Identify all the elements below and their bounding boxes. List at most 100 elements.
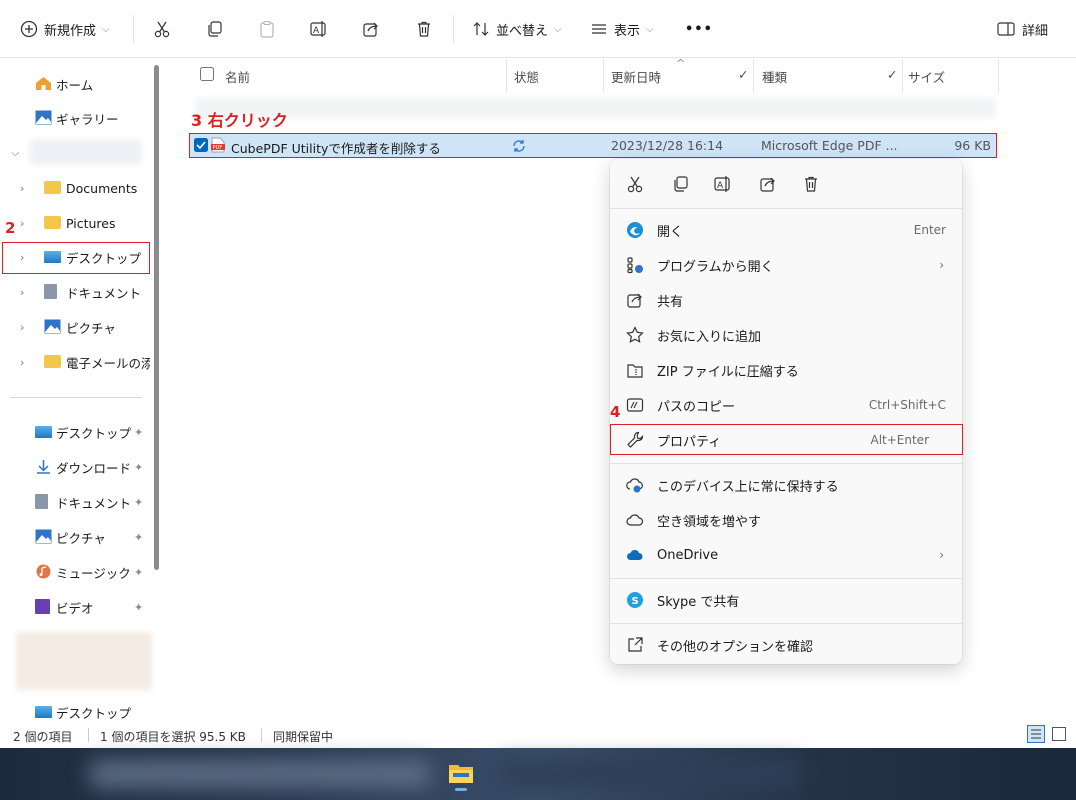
share-icon (363, 22, 378, 37)
quick-access-documents[interactable]: ドキュメント ✦ (0, 486, 150, 518)
details-pane-button[interactable]: 詳細 (996, 0, 1048, 58)
copy-icon[interactable] (671, 175, 689, 193)
view-button[interactable]: 表示 ⌵ (590, 0, 654, 58)
check-icon: ✓ (887, 67, 898, 82)
select-all-checkbox[interactable] (200, 67, 214, 81)
more-options-button[interactable]: ••• (685, 0, 713, 58)
sidebar-item-documents[interactable]: › Documents (0, 172, 150, 204)
cut-icon[interactable] (626, 175, 644, 193)
svg-text:S: S (632, 596, 639, 607)
sidebar-item-my-pictures[interactable]: › ピクチャ (0, 311, 150, 343)
copy-button[interactable] (205, 0, 223, 58)
quick-access-videos[interactable]: ビデオ ✦ (0, 591, 150, 623)
delete-button[interactable] (415, 0, 433, 58)
pin-icon[interactable]: ✦ (134, 531, 143, 544)
column-modified[interactable]: 更新日時 (611, 67, 661, 86)
pin-icon[interactable]: ✦ (134, 601, 143, 614)
annotation-highlight-desktop (2, 242, 150, 274)
menu-item-open[interactable]: 開く Enter (610, 214, 962, 246)
file-explorer-taskbar-button[interactable] (448, 761, 474, 791)
column-size[interactable]: サイズ (908, 67, 945, 86)
row-checkbox[interactable] (194, 138, 208, 152)
view-lines-icon (592, 24, 606, 34)
thumbnail-view-icon[interactable] (1051, 725, 1067, 743)
column-status[interactable]: 状態 (514, 67, 539, 86)
delete-icon (418, 21, 430, 37)
annotation-step-3: 3 右クリック (191, 111, 288, 130)
quick-access-downloads[interactable]: ダウンロード ✦ (0, 451, 150, 483)
menu-item-free-up-space[interactable]: 空き領域を増やす (610, 504, 962, 536)
folder-icon (44, 181, 61, 194)
menu-item-keep-on-device[interactable]: このデバイス上に常に保持する (610, 469, 962, 501)
menu-item-label: Skype で共有 (657, 594, 740, 610)
sort-button[interactable]: 並べ替え ⌵ (472, 0, 562, 58)
quick-access-pictures[interactable]: ピクチャ ✦ (0, 521, 150, 553)
sidebar-item-onedrive[interactable]: ⌵ (0, 137, 150, 169)
menu-item-compress-zip[interactable]: ZIP ファイルに圧縮する (610, 354, 962, 386)
column-divider[interactable] (902, 59, 903, 92)
menu-item-share[interactable]: 共有 (610, 284, 962, 316)
sidebar-item-label: ダウンロード (56, 460, 132, 476)
menu-item-copy-path[interactable]: パスのコピー Ctrl+Shift+C (610, 389, 962, 421)
sidebar-item-label: ホーム (56, 77, 94, 93)
rename-icon[interactable]: A (713, 175, 733, 193)
chevron-right-icon: › (939, 258, 944, 272)
sidebar-item-label: ギャラリー (56, 111, 119, 127)
delete-icon[interactable] (802, 175, 820, 193)
pin-icon[interactable]: ✦ (134, 566, 143, 579)
column-type[interactable]: 種類 (762, 67, 787, 86)
file-row-selected[interactable]: PDF CubePDF Utilityで作成者を削除する 2023/12/28 … (189, 133, 997, 158)
pin-icon[interactable]: ✦ (134, 461, 143, 474)
paste-button[interactable] (258, 0, 276, 58)
chevron-right-icon: › (939, 548, 944, 562)
sidebar-item-my-documents[interactable]: › ドキュメント (0, 276, 150, 308)
gallery-icon (35, 110, 52, 125)
pin-icon[interactable]: ✦ (134, 426, 143, 439)
sidebar-item-label: ビデオ (56, 600, 94, 616)
chevron-down-icon: ⌵ (646, 23, 654, 35)
new-button[interactable]: 新規作成 ⌵ (20, 0, 110, 58)
file-size: 96 KB (954, 138, 991, 153)
toolbar-divider (133, 15, 134, 43)
sidebar-item-home[interactable]: ホーム (0, 68, 150, 100)
details-view-icon[interactable] (1027, 725, 1045, 743)
column-divider[interactable] (998, 59, 999, 92)
cut-button[interactable] (153, 0, 171, 58)
annotation-step-4: 4 (610, 403, 621, 421)
file-type: Microsoft Edge PDF ... (761, 138, 898, 153)
view-label: 表示 (614, 23, 641, 39)
menu-separator (610, 578, 962, 579)
chevron-right-icon: › (20, 355, 25, 369)
item-count: 2 個の項目 (13, 730, 73, 744)
sidebar-item-gallery[interactable]: ギャラリー (0, 102, 150, 134)
more-icon: ••• (685, 21, 713, 37)
star-icon (626, 326, 644, 343)
pin-icon[interactable]: ✦ (134, 496, 143, 509)
music-icon (36, 564, 51, 579)
share-button[interactable] (362, 0, 380, 58)
sort-label: 並べ替え (496, 23, 549, 39)
sidebar-item-email-attachments[interactable]: › 電子メールの添付 (0, 346, 150, 378)
menu-item-add-favorites[interactable]: お気に入りに追加 (610, 319, 962, 351)
menu-item-open-with[interactable]: プログラムから開く › (610, 249, 962, 281)
details-label: 詳細 (1022, 23, 1049, 39)
sidebar-scrollbar[interactable] (154, 65, 159, 570)
sidebar-item-pictures[interactable]: › Pictures (0, 207, 150, 239)
rename-button[interactable]: A (309, 0, 329, 58)
menu-item-more-options[interactable]: その他のオプションを確認 (610, 629, 962, 661)
external-open-icon (628, 637, 643, 652)
column-name[interactable]: 名前 (225, 67, 250, 86)
chevron-right-icon: › (20, 285, 25, 299)
column-divider[interactable] (506, 59, 507, 92)
column-divider[interactable] (603, 59, 604, 92)
sidebar-item-label: ピクチャ (56, 530, 106, 546)
share-icon[interactable] (759, 175, 777, 193)
menu-item-skype-share[interactable]: S Skype で共有 (610, 584, 962, 616)
column-divider[interactable] (753, 59, 754, 92)
status-divider (261, 728, 262, 742)
desktop-icon (35, 706, 52, 718)
menu-item-label: その他のオプションを確認 (657, 639, 814, 655)
menu-item-onedrive[interactable]: OneDrive › (610, 539, 962, 571)
quick-access-music[interactable]: ミュージック ✦ (0, 556, 150, 588)
quick-access-desktop[interactable]: デスクトップ ✦ (0, 416, 150, 448)
